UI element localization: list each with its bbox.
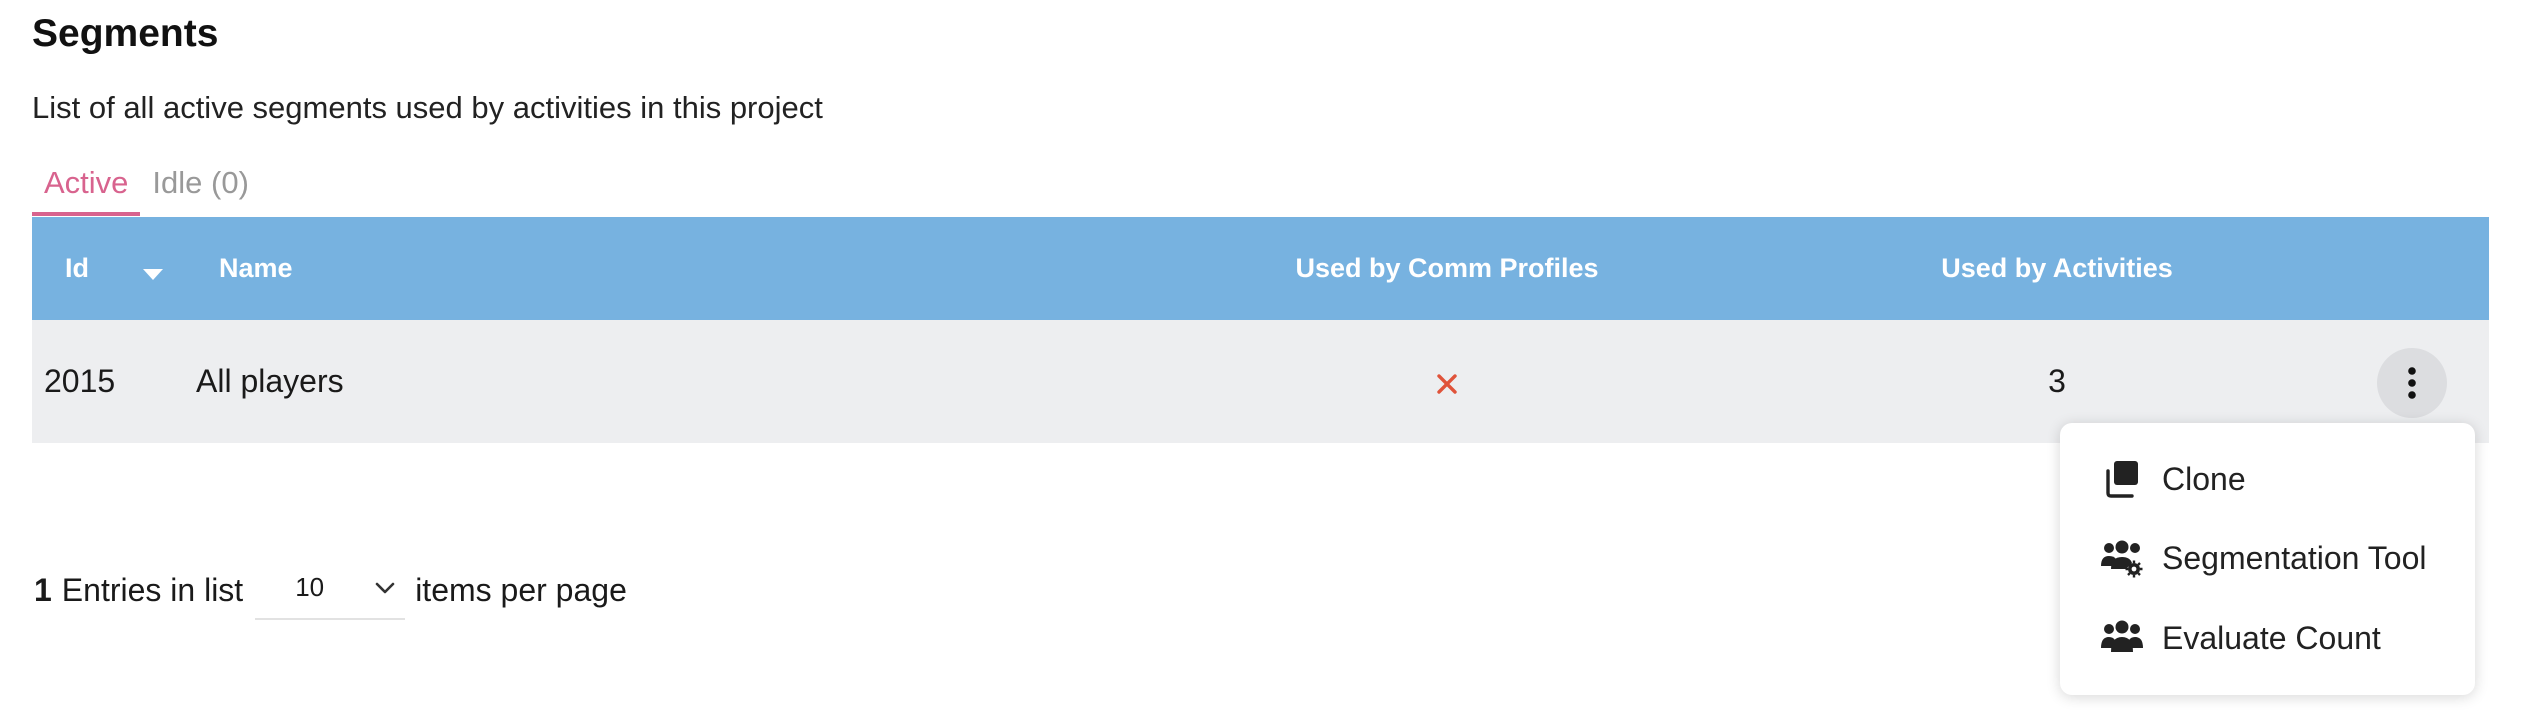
page-title: Segments <box>32 12 219 55</box>
column-header-activities[interactable]: Used by Activities <box>1872 217 2242 320</box>
entries-label: Entries in list <box>61 571 244 608</box>
tab-idle[interactable]: Idle (0) <box>140 162 260 212</box>
users-icon <box>2101 620 2143 652</box>
segments-table: Id Name Used by Comm Profiles Used by Ac… <box>32 217 2489 443</box>
menu-item-label: Clone <box>2162 460 2246 497</box>
tab-bar: Active Idle (0) <box>32 162 261 216</box>
menu-item-clone[interactable]: Clone <box>2060 439 2475 519</box>
users-gear-icon <box>2101 540 2143 578</box>
column-header-comm-profiles[interactable]: Used by Comm Profiles <box>1262 217 1632 320</box>
column-header-id[interactable]: Id <box>65 217 89 320</box>
column-header-name[interactable]: Name <box>219 217 293 320</box>
menu-item-label: Evaluate Count <box>2162 619 2381 656</box>
per-page-value: 10 <box>295 572 325 602</box>
cell-name: All players <box>196 363 344 399</box>
cell-id: 2015 <box>44 363 116 399</box>
menu-item-segmentation-tool[interactable]: Segmentation Tool <box>2060 518 2475 598</box>
tab-active[interactable]: Active <box>32 162 141 216</box>
chevron-down-icon <box>375 582 395 594</box>
x-icon <box>1437 373 1457 394</box>
row-actions-button[interactable] <box>2377 348 2447 418</box>
kebab-menu-icon <box>2408 367 2416 399</box>
clone-icon <box>2106 461 2138 498</box>
pagination-bar: 1 Entries in list 10 items per page <box>34 560 627 620</box>
page-subtitle: List of all active segments used by acti… <box>32 90 823 125</box>
table-header: Id Name Used by Comm Profiles Used by Ac… <box>32 217 2489 320</box>
caret-down-icon[interactable] <box>142 267 164 281</box>
per-page-label: items per page <box>415 571 627 608</box>
entries-count: 1 <box>34 571 52 608</box>
row-actions-menu: Clone Segmentation Tool Evaluate Count <box>2060 423 2475 695</box>
cell-comm-profiles <box>1262 320 1632 443</box>
per-page-select[interactable]: 10 <box>255 560 406 620</box>
menu-item-label: Segmentation Tool <box>2162 539 2427 576</box>
menu-item-evaluate-count[interactable]: Evaluate Count <box>2060 598 2475 678</box>
